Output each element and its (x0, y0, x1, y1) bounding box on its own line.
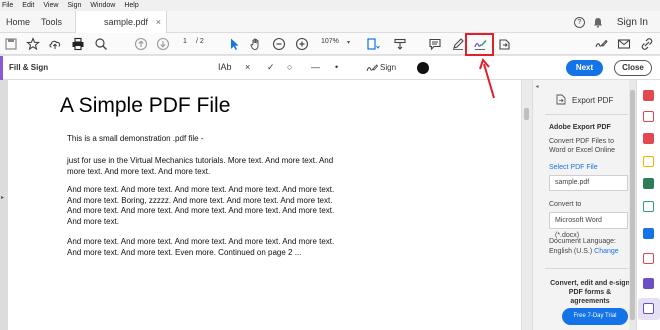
print-icon[interactable] (71, 37, 85, 51)
color-picker-dot[interactable] (417, 62, 429, 74)
main-toolbar: 1 / 2 107% ▾ (0, 33, 660, 55)
zoom-level-select[interactable]: 107% (321, 38, 339, 45)
page-total: / 2 (196, 38, 204, 45)
free-trial-button[interactable]: Free 7-Day Trial (562, 308, 628, 325)
fill-sign-toolbar: Fill & Sign IAb × ✓ ○ — • Sign (0, 56, 660, 80)
promo-text: Convert, edit and e-sign PDF forms & agr… (550, 280, 630, 305)
tab-document[interactable]: sample.pdf × (75, 11, 167, 33)
selected-file-field[interactable]: sample.pdf (549, 175, 628, 191)
zoom-in-icon[interactable] (295, 37, 309, 51)
comment-icon[interactable] (428, 37, 442, 51)
sign-pen-icon[interactable] (366, 63, 378, 73)
combine-rail-icon[interactable] (643, 178, 654, 189)
doc-title: A Simple PDF File (60, 94, 231, 117)
export-pdf-label[interactable]: Export PDF (572, 96, 613, 105)
fill-sign-rail-icon[interactable] (643, 303, 654, 314)
doc-paragraph-2: just for use in the Virtual Mechanics tu… (67, 156, 334, 176)
change-language-link[interactable]: Change (594, 248, 619, 255)
tab-home[interactable]: Home (6, 11, 30, 33)
edit-pdf-rail-icon[interactable] (643, 133, 654, 144)
sign-in-link[interactable]: Sign In (617, 17, 648, 28)
comment-rail-icon[interactable] (643, 156, 654, 167)
panel-scrollbar-thumb[interactable] (630, 90, 635, 320)
scan-rail-icon[interactable] (643, 228, 654, 239)
doc-paragraph-1: This is a small demonstration .pdf file … (67, 134, 204, 143)
create-pdf-rail-icon[interactable] (643, 111, 654, 122)
menu-window[interactable]: Window (90, 2, 115, 9)
export-pdf-icon (556, 94, 566, 105)
panel-collapse-icon[interactable]: ◂ (533, 80, 541, 94)
zoom-out-icon[interactable] (272, 37, 286, 51)
select-pdf-link[interactable]: Select PDF File (549, 164, 598, 171)
fill-sign-highlight-box (465, 33, 494, 56)
sign-button[interactable]: Sign (380, 63, 396, 72)
document-scrollbar-thumb[interactable] (524, 108, 529, 120)
current-page-input[interactable]: 1 (178, 38, 192, 45)
bell-icon[interactable] (593, 17, 603, 28)
panel-divider (545, 114, 628, 115)
line-tool[interactable]: — (311, 62, 320, 72)
next-button[interactable]: Next (566, 60, 603, 76)
star-icon[interactable] (25, 37, 41, 51)
zoom-search-icon[interactable] (94, 37, 108, 51)
help-icon[interactable]: ? (573, 16, 585, 28)
export-description: Convert PDF Files to Word or Excel Onlin… (549, 138, 616, 154)
convert-format-select[interactable]: Microsoft Word (*.docx) (549, 212, 628, 239)
header-actions: ? Sign In (573, 11, 660, 33)
cloud-upload-icon[interactable] (48, 37, 62, 51)
export-pdf-rail-icon[interactable] (643, 90, 654, 101)
highlight-pen-icon[interactable] (451, 37, 465, 51)
edit-sign-icon[interactable] (594, 37, 608, 51)
page-up-icon[interactable] (134, 37, 148, 51)
menu-file[interactable]: File (2, 2, 13, 9)
close-button[interactable]: Close (614, 60, 652, 76)
language-value: English (U.S.) Change (549, 248, 619, 255)
dot-tool[interactable]: • (335, 62, 338, 72)
hand-icon[interactable] (249, 37, 263, 51)
tab-tools[interactable]: Tools (41, 11, 62, 33)
zoom-caret-icon[interactable]: ▾ (347, 39, 350, 46)
tab-close-icon[interactable]: × (156, 11, 161, 33)
menu-sign[interactable]: Sign (67, 2, 81, 9)
language-label: Document Language: (549, 238, 616, 245)
select-arrow-icon[interactable] (227, 37, 241, 51)
left-panel-toggle-icon[interactable]: ▸ (1, 194, 4, 201)
email-icon[interactable] (617, 37, 631, 51)
circle-tool[interactable]: ○ (287, 62, 292, 72)
export-heading: Adobe Export PDF (549, 124, 611, 131)
fit-page-icon[interactable] (366, 37, 380, 51)
menu-bar: File Edit View Sign Window Help (0, 0, 660, 11)
tab-document-label: sample.pdf (104, 17, 149, 27)
doc-paragraph-3: And more text. And more text. And more t… (67, 185, 335, 226)
scroll-mode-icon[interactable] (393, 37, 407, 51)
language-name: English (U.S.) (549, 248, 593, 255)
link-icon[interactable] (640, 37, 654, 51)
compress-rail-icon[interactable] (643, 253, 654, 264)
doc-paragraph-4: And more text. And more text. And more t… (67, 237, 335, 257)
fill-sign-accent (0, 56, 3, 80)
protect-rail-icon[interactable] (643, 278, 654, 289)
menu-edit[interactable]: Edit (22, 2, 34, 9)
cross-mark-tool[interactable]: × (245, 62, 250, 72)
menu-help[interactable]: Help (124, 2, 138, 9)
export-share-icon[interactable] (497, 37, 511, 51)
save-icon[interactable] (4, 37, 18, 51)
convert-to-label: Convert to (549, 201, 582, 208)
panel-divider-2 (545, 268, 628, 269)
page-down-icon[interactable] (156, 37, 170, 51)
add-text-tool[interactable]: IAb (218, 62, 232, 72)
check-mark-tool[interactable]: ✓ (267, 62, 275, 73)
tab-bar: Home Tools sample.pdf × (0, 11, 660, 33)
fill-sign-title: Fill & Sign (9, 63, 49, 72)
menu-view[interactable]: View (43, 2, 58, 9)
organize-rail-icon[interactable] (643, 201, 654, 212)
red-arrow-annotation (479, 58, 495, 99)
